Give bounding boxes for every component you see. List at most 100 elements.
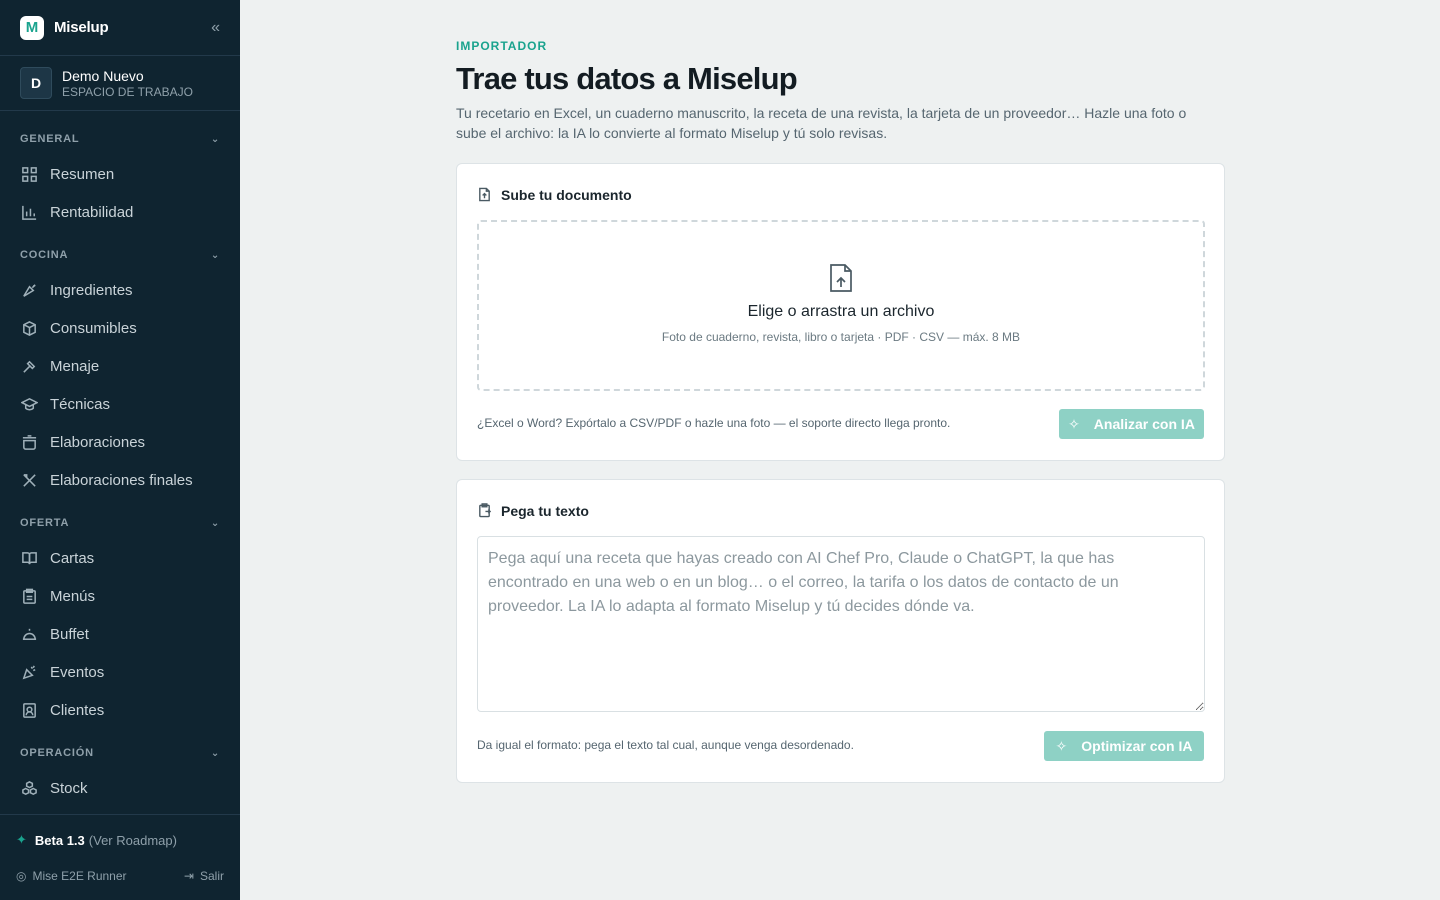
brand: M Miselup « bbox=[0, 0, 240, 56]
user-name: Mise E2E Runner bbox=[32, 869, 127, 883]
section-label: OPERACIÓN bbox=[20, 747, 94, 759]
dropzone-title: Elige o arrastra un archivo bbox=[747, 303, 935, 320]
app-name: Miselup bbox=[54, 19, 109, 36]
sidebar-item-consumibles[interactable]: Consumibles bbox=[0, 309, 240, 347]
main-content: IMPORTADOR Trae tus datos a Miselup Tu r… bbox=[456, 0, 1225, 783]
optimize-with-ai-button[interactable]: ✧ Optimizar con IA bbox=[1044, 731, 1204, 761]
analyze-with-ai-button[interactable]: ✧ Analizar con IA bbox=[1059, 409, 1204, 439]
book-icon bbox=[20, 549, 38, 567]
chevron-down-icon: ⌄ bbox=[210, 747, 220, 759]
optimize-button-label: Optimizar con IA bbox=[1081, 738, 1193, 754]
sparkles-icon: ✧ bbox=[1055, 737, 1068, 754]
graduation-cap-icon bbox=[20, 395, 38, 413]
cloche-icon bbox=[20, 625, 38, 643]
beta-version: Beta 1.3 bbox=[34, 832, 85, 848]
sidebar-item-clientes[interactable]: Clientes bbox=[0, 691, 240, 729]
sidebar-item-label: Resumen bbox=[50, 165, 115, 183]
paste-card-header: Pega tu texto bbox=[477, 500, 589, 522]
workspace-switcher[interactable]: D Demo Nuevo ESPACIO DE TRABAJO bbox=[0, 56, 240, 111]
sidebar-item-label: Elaboraciones finales bbox=[50, 471, 193, 489]
workspace-name: Demo Nuevo bbox=[62, 67, 144, 84]
analyze-button-label: Analizar con IA bbox=[1093, 416, 1195, 432]
section-cocina[interactable]: COCINA ⌄ bbox=[0, 245, 240, 265]
user-row: ◎ Mise E2E Runner ⇥ Salir bbox=[0, 861, 240, 891]
sidebar-nav: GENERAL ⌄ Resumen Rentabilidad COCINA ⌄ … bbox=[0, 111, 240, 821]
roadmap-link[interactable]: (Ver Roadmap) bbox=[89, 833, 177, 848]
file-dropzone[interactable]: Elige o arrastra un archivo Foto de cuad… bbox=[477, 220, 1205, 391]
sidebar-item-label: Ingredientes bbox=[50, 281, 133, 299]
section-general[interactable]: GENERAL ⌄ bbox=[0, 129, 240, 149]
upload-hint: ¿Excel o Word? Expórtalo a CSV/PDF o haz… bbox=[477, 416, 951, 430]
party-icon bbox=[20, 663, 38, 681]
section-label: COCINA bbox=[20, 249, 69, 261]
sidebar-item-eventos[interactable]: Eventos bbox=[0, 653, 240, 691]
upload-card-title: Sube tu documento bbox=[501, 187, 632, 203]
sidebar-item-resumen[interactable]: Resumen bbox=[0, 155, 240, 193]
sparkles-icon: ✦ bbox=[16, 832, 27, 847]
sidebar-item-buffet[interactable]: Buffet bbox=[0, 615, 240, 653]
app-logo: M bbox=[20, 15, 44, 40]
sidebar-item-label: Consumibles bbox=[50, 319, 137, 337]
section-label: OFERTA bbox=[20, 517, 70, 529]
sidebar-item-elaboraciones-finales[interactable]: Elaboraciones finales bbox=[0, 461, 240, 499]
clipboard-icon bbox=[20, 587, 38, 605]
sidebar-item-label: Técnicas bbox=[50, 395, 111, 413]
workspace-avatar: D bbox=[20, 67, 52, 99]
workspace-subtitle: ESPACIO DE TRABAJO bbox=[62, 84, 193, 99]
sidebar-item-elaboraciones[interactable]: Elaboraciones bbox=[0, 423, 240, 461]
sidebar-item-label: Menaje bbox=[50, 357, 100, 375]
section-label: GENERAL bbox=[20, 133, 80, 145]
sidebar-item-label: Menús bbox=[50, 587, 96, 605]
upload-card-header: Sube tu documento bbox=[477, 184, 632, 206]
page-eyebrow: IMPORTADOR bbox=[456, 39, 548, 53]
sidebar-footer: ✦ Beta 1.3 (Ver Roadmap) ◎ Mise E2E Runn… bbox=[0, 814, 240, 900]
sidebar-item-menaje[interactable]: Menaje bbox=[0, 347, 240, 385]
carrot-icon bbox=[20, 281, 38, 299]
contact-icon bbox=[20, 701, 38, 719]
clipboard-paste-icon bbox=[477, 503, 493, 519]
section-oferta[interactable]: OFERTA ⌄ bbox=[0, 513, 240, 533]
sidebar: M Miselup « D Demo Nuevo ESPACIO DE TRAB… bbox=[0, 0, 240, 900]
pot-icon bbox=[20, 433, 38, 451]
bar-chart-icon bbox=[20, 203, 38, 221]
sidebar-item-label: Eventos bbox=[50, 663, 105, 681]
section-operacion[interactable]: OPERACIÓN ⌄ bbox=[0, 743, 240, 763]
page-description: Tu recetario en Excel, un cuaderno manus… bbox=[456, 105, 1187, 141]
logout-button[interactable]: ⇥ Salir bbox=[184, 869, 224, 883]
logout-label: Salir bbox=[199, 869, 224, 883]
boxes-icon bbox=[20, 779, 38, 797]
paste-card-title: Pega tu texto bbox=[501, 503, 589, 519]
sidebar-item-label: Buffet bbox=[50, 625, 89, 643]
utensil-icon bbox=[20, 357, 38, 375]
logout-icon: ⇥ bbox=[183, 869, 194, 883]
sidebar-item-rentabilidad[interactable]: Rentabilidad bbox=[0, 193, 240, 231]
box-icon bbox=[20, 319, 38, 337]
sidebar-item-stock[interactable]: Stock bbox=[0, 769, 240, 807]
chevron-down-icon: ⌄ bbox=[210, 517, 220, 529]
file-upload-icon bbox=[477, 187, 493, 203]
dropzone-subtitle: Foto de cuaderno, revista, libro o tarje… bbox=[661, 330, 1021, 344]
sidebar-item-tecnicas[interactable]: Técnicas bbox=[0, 385, 240, 423]
sidebar-item-ingredientes[interactable]: Ingredientes bbox=[0, 271, 240, 309]
sidebar-item-label: Elaboraciones bbox=[50, 433, 146, 451]
paste-text-input[interactable] bbox=[477, 536, 1205, 712]
collapse-sidebar-icon[interactable]: « bbox=[211, 19, 220, 37]
user-circle-icon: ◎ bbox=[16, 869, 27, 883]
chevron-down-icon: ⌄ bbox=[210, 249, 220, 261]
chevron-down-icon: ⌄ bbox=[210, 133, 220, 145]
sidebar-item-label: Cartas bbox=[50, 549, 95, 567]
page-title: Trae tus datos a Miselup bbox=[456, 61, 798, 96]
sidebar-item-cartas[interactable]: Cartas bbox=[0, 539, 240, 577]
sidebar-item-menus[interactable]: Menús bbox=[0, 577, 240, 615]
fork-knife-icon bbox=[20, 471, 38, 489]
paste-hint: Da igual el formato: pega el texto tal c… bbox=[477, 738, 854, 752]
sparkles-icon: ✧ bbox=[1068, 415, 1080, 432]
grid-icon bbox=[20, 165, 38, 183]
sidebar-item-label: Rentabilidad bbox=[50, 203, 134, 221]
beta-row: ✦ Beta 1.3 (Ver Roadmap) bbox=[0, 827, 240, 853]
sidebar-item-label: Stock bbox=[50, 779, 88, 797]
upload-file-icon bbox=[827, 263, 855, 293]
upload-card: Sube tu documento Elige o arrastra un ar… bbox=[456, 163, 1225, 461]
paste-card: Pega tu texto Da igual el formato: pega … bbox=[456, 479, 1225, 783]
sidebar-item-label: Clientes bbox=[50, 701, 105, 719]
